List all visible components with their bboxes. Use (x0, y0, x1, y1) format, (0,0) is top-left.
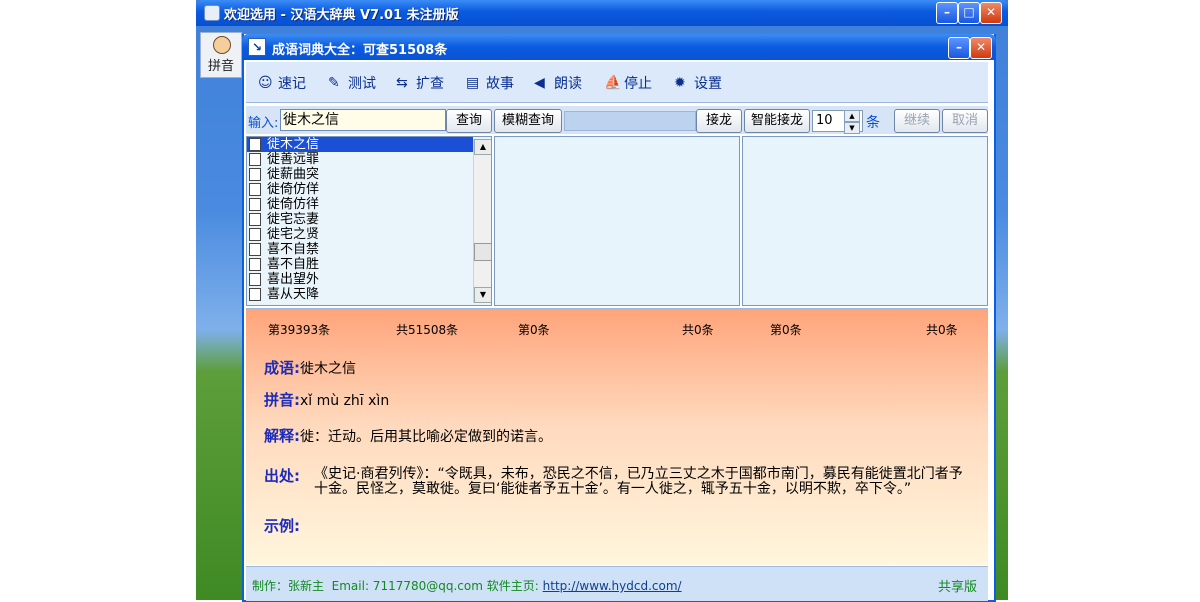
stop-icon: ⛵ (604, 75, 622, 91)
maximize-button[interactable]: □ (958, 2, 980, 24)
total-count: 共51508条 (396, 323, 459, 337)
credits: 制作：张新主 Email: 7117780@qq.com 软件主页: http:… (252, 579, 682, 593)
document-icon (249, 243, 261, 256)
inner-title-bar[interactable]: ↘ 成语词典大全：可查51508条 – ✕ (242, 34, 996, 60)
list-item[interactable]: 徙倚仿徉 (247, 197, 491, 212)
toolbar-story[interactable]: ▤ 故事 (466, 72, 514, 94)
list-item[interactable]: 喜不自胜 (247, 257, 491, 272)
smiley-icon: ☺ (258, 75, 273, 91)
pinyin-row: 拼音:xǐ mù zhī xìn (264, 391, 390, 409)
toolbar-test[interactable]: ✎ 测试 (328, 72, 376, 94)
document-icon (249, 228, 261, 241)
source-value: 《史记·商君列传》：“令既具，未布，恐民之不信，已乃立三丈之木于国都市南门，募民… (314, 466, 963, 497)
close-button[interactable]: ✕ (980, 2, 1002, 24)
meaning-value: 徙：迁动。后用其比喻必定做到的诺言。 (300, 429, 552, 445)
story-icon: ▤ (466, 75, 480, 91)
pane2-index: 第0条 (518, 323, 550, 337)
pane3-total: 共0条 (926, 323, 958, 337)
outer-window-title: 欢迎选用 - 汉语大辞典 V7.01 未注册版 (224, 8, 459, 23)
result-panes: 徙木之信 徙善远罪 徙薪曲突 徙倚仿佯 徙倚仿徉 徙宅忘妻 徙宅之贤 喜不自禁 … (246, 136, 988, 306)
app-icon (204, 5, 220, 21)
document-icon (249, 258, 261, 271)
count-spinner-buttons[interactable]: ▲ ▼ (844, 110, 860, 134)
input-label: 输入: (248, 116, 279, 131)
pane3-index: 第0条 (770, 323, 802, 337)
outer-title-bar[interactable]: 欢迎选用 - 汉语大辞典 V7.01 未注册版 – □ ✕ (196, 0, 1008, 26)
document-icon (249, 183, 261, 196)
list-item[interactable]: 喜从天降 (247, 287, 491, 302)
minimize-button[interactable]: – (936, 2, 958, 24)
spin-down-icon[interactable]: ▼ (844, 122, 860, 134)
toolbar-expand[interactable]: ⇆ 扩查 (396, 72, 444, 94)
detail-panel: 第39393条 共51508条 第0条 共0条 第0条 共0条 成语:徙木之信 … (246, 308, 988, 565)
example-row: 示例: (264, 517, 300, 535)
toolbar-memorize[interactable]: ☺ 速记 (258, 72, 306, 94)
pane2-total: 共0条 (682, 323, 714, 337)
continue-button[interactable]: 继续 (894, 109, 940, 133)
document-icon (249, 153, 261, 166)
expand-icon: ⇆ (396, 75, 408, 91)
document-icon (249, 198, 261, 211)
current-index: 第39393条 (268, 323, 331, 337)
document-icon (249, 138, 261, 151)
toolbar-settings[interactable]: ✹ 设置 (674, 72, 722, 94)
list-item[interactable]: 喜出望外 (247, 272, 491, 287)
list-item[interactable]: 徙宅忘妻 (247, 212, 491, 227)
pinyin-tab[interactable]: 拼音 (200, 32, 242, 78)
count-unit: 条 (866, 115, 880, 131)
scroll-down-icon[interactable]: ▼ (474, 287, 491, 303)
toolbar-read[interactable]: ◀ 朗读 (534, 72, 582, 94)
toolbar-stop[interactable]: ⛵ 停止 (604, 72, 652, 94)
toolbar: ☺ 速记 ✎ 测试 ⇆ 扩查 ▤ 故事 ◀ 朗读 ⛵ 停止 ✹ 设置 (246, 62, 988, 103)
list-item[interactable]: 徙善远罪 (247, 152, 491, 167)
source-label-row: 出处: (264, 467, 300, 485)
list-item[interactable]: 徙宅之贤 (247, 227, 491, 242)
inner-minimize-button[interactable]: – (948, 37, 970, 59)
status-bar: 制作：张新主 Email: 7117780@qq.com 软件主页: http:… (246, 566, 988, 601)
cancel-button[interactable]: 取消 (942, 109, 988, 133)
fuzzy-query-button[interactable]: 模糊查询 (494, 109, 562, 133)
meaning-row: 解释:徙：迁动。后用其比喻必定做到的诺言。 (264, 427, 552, 445)
list-item[interactable]: 喜不自禁 (247, 242, 491, 257)
chain-button[interactable]: 接龙 (696, 109, 742, 133)
restore-icon[interactable]: ↘ (248, 38, 266, 56)
query-button[interactable]: 查询 (446, 109, 492, 133)
list-item[interactable]: 徙薪曲突 (247, 167, 491, 182)
smart-chain-result-pane[interactable] (742, 136, 988, 306)
document-icon (249, 288, 261, 301)
list-item[interactable]: 徙木之信 (247, 137, 473, 152)
inner-close-button[interactable]: ✕ (970, 37, 992, 59)
document-icon (249, 273, 261, 286)
pinyin-value: xǐ mù zhī xìn (300, 393, 390, 409)
scroll-thumb[interactable] (474, 243, 491, 261)
idiom-list[interactable]: 徙木之信 徙善远罪 徙薪曲突 徙倚仿佯 徙倚仿徉 徙宅忘妻 徙宅之贤 喜不自禁 … (246, 136, 492, 306)
spin-up-icon[interactable]: ▲ (844, 110, 860, 122)
inner-window-title: 成语词典大全：可查51508条 (272, 43, 448, 58)
homepage-link[interactable]: http://www.hydcd.com/ (543, 579, 682, 593)
avatar-icon (213, 36, 231, 54)
list-item[interactable]: 徙倚仿佯 (247, 182, 491, 197)
list-scrollbar[interactable]: ▲ ▼ (473, 139, 491, 303)
idiom-value: 徙木之信 (300, 361, 356, 377)
gear-icon: ✹ (674, 75, 686, 91)
chain-result-pane[interactable] (494, 136, 740, 306)
test-icon: ✎ (328, 75, 340, 91)
document-icon (249, 213, 261, 226)
speaker-icon: ◀ (534, 75, 545, 91)
share-badge: 共享版 (938, 580, 978, 595)
search-input[interactable]: 徙木之信 (280, 109, 446, 131)
progress-bar (564, 111, 696, 131)
scroll-up-icon[interactable]: ▲ (474, 139, 491, 155)
pinyin-tab-label: 拼音 (207, 59, 234, 74)
document-icon (249, 168, 261, 181)
idiom-row: 成语:徙木之信 (264, 359, 356, 377)
search-row: 输入: 徙木之信 查询 模糊查询 接龙 智能接龙 10 ▲ ▼ 条 继续 取消 (246, 106, 988, 134)
smart-chain-button[interactable]: 智能接龙 (744, 109, 810, 133)
